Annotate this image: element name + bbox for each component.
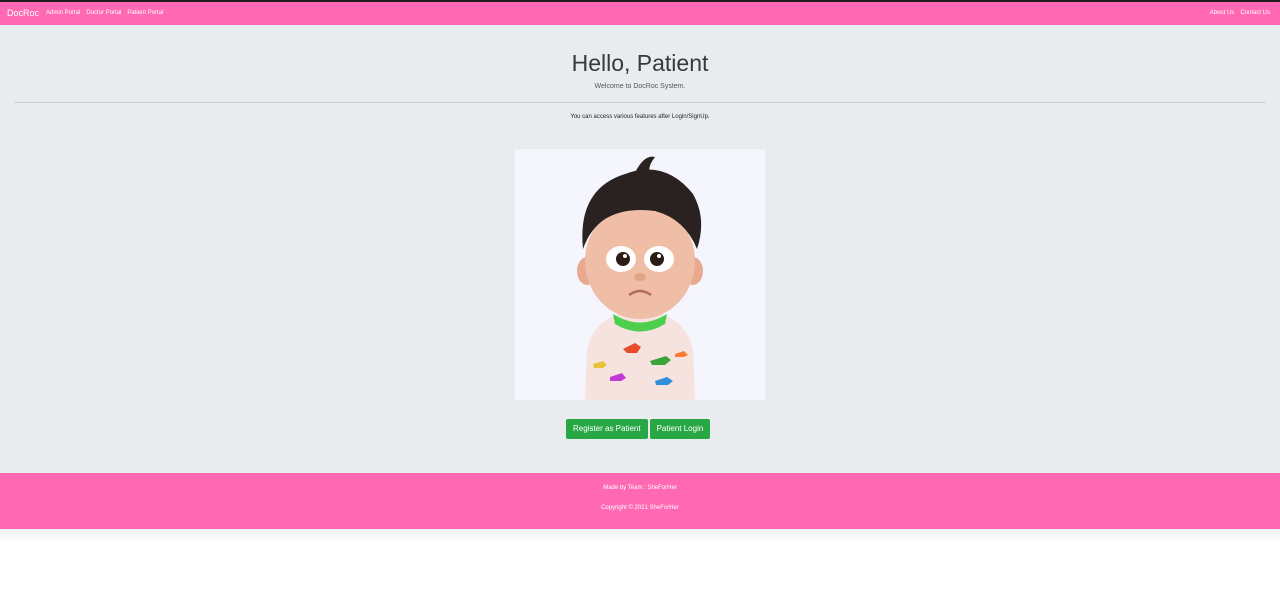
footer-shadow xyxy=(0,529,1280,543)
nav-admin-portal[interactable]: Admin Portal xyxy=(46,9,80,18)
footer-made-by: Made by Team : SheForHer xyxy=(603,485,677,491)
info-text: You can access various features after Lo… xyxy=(570,114,710,120)
nav-left-links: Admin Portal Doctor Portal Patient Porta… xyxy=(46,9,163,18)
nav-patient-portal[interactable]: Patient Portal xyxy=(127,9,163,18)
nav-about-us[interactable]: About Us xyxy=(1210,9,1235,18)
nav-doctor-portal[interactable]: Doctor Portal xyxy=(86,9,121,18)
brand-link[interactable]: DocRoc xyxy=(7,7,39,19)
action-buttons: Register as Patient Patient Login xyxy=(566,419,711,439)
nav-contact-us[interactable]: Contact Us xyxy=(1240,9,1270,18)
welcome-subtitle: Welcome to DocRoc System. xyxy=(594,83,686,90)
page-title: Hello, Patient xyxy=(571,50,709,76)
patient-illustration xyxy=(515,149,765,400)
footer-copyright: Copyright © 2021 SheForHer xyxy=(601,505,679,511)
patient-login-button[interactable]: Patient Login xyxy=(649,419,711,439)
top-navbar: DocRoc Admin Portal Doctor Portal Patien… xyxy=(0,2,1280,25)
register-patient-button[interactable]: Register as Patient xyxy=(566,419,648,439)
jumbotron: Hello, Patient Welcome to DocRoc System.… xyxy=(0,25,1280,473)
nav-right-links: About Us Contact Us xyxy=(1210,9,1270,18)
divider xyxy=(14,102,1266,103)
footer: Made by Team : SheForHer Copyright © 202… xyxy=(0,473,1280,529)
